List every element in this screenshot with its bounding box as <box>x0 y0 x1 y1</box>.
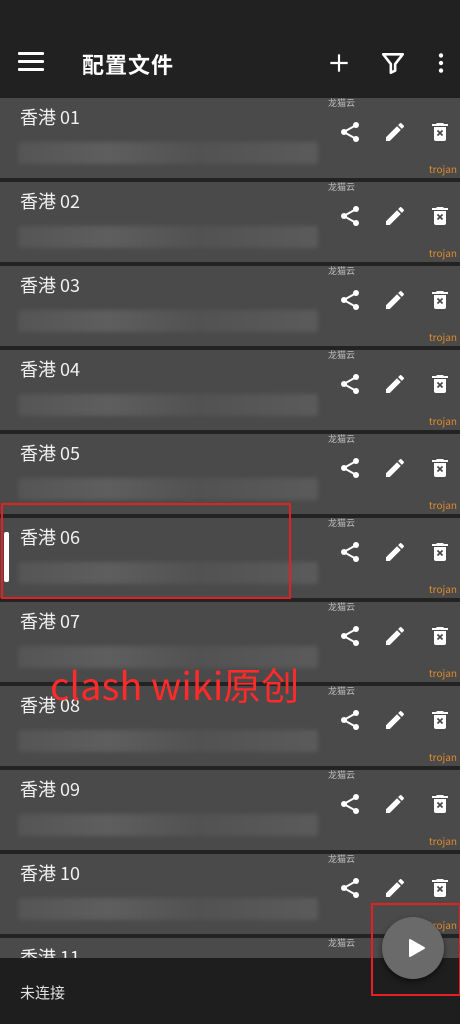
delete-icon[interactable] <box>428 456 452 480</box>
filter-icon[interactable] <box>380 50 406 76</box>
share-icon[interactable] <box>338 792 362 816</box>
app-bar: 配置文件 <box>0 0 460 98</box>
profile-provider: 龙猫云 <box>328 98 356 109</box>
share-icon[interactable] <box>338 708 362 732</box>
edit-icon[interactable] <box>383 540 407 564</box>
profile-url-blurred <box>18 730 318 752</box>
profile-provider: 龙猫云 <box>328 180 356 193</box>
edit-icon[interactable] <box>383 204 407 228</box>
profile-item[interactable]: 香港 06 龙猫云 trojan <box>0 516 460 602</box>
share-icon[interactable] <box>338 540 362 564</box>
profile-type-tag: trojan <box>428 497 457 512</box>
profile-item[interactable]: 香港 01 龙猫云 trojan <box>0 98 460 182</box>
edit-icon[interactable] <box>383 120 407 144</box>
profile-name: 香港 01 <box>20 104 81 130</box>
delete-icon[interactable] <box>428 792 452 816</box>
profile-url-blurred <box>18 898 318 920</box>
delete-icon[interactable] <box>428 288 452 312</box>
more-vert-icon[interactable] <box>428 50 454 76</box>
profile-url-blurred <box>18 142 318 164</box>
selected-indicator <box>4 532 9 582</box>
share-icon[interactable] <box>338 372 362 396</box>
profile-provider: 龙猫云 <box>328 600 356 613</box>
profile-type-tag: trojan <box>428 413 457 428</box>
profile-provider: 龙猫云 <box>328 264 356 277</box>
share-icon[interactable] <box>338 624 362 648</box>
profile-item[interactable]: 香港 03 龙猫云 trojan <box>0 264 460 350</box>
edit-icon[interactable] <box>383 792 407 816</box>
profile-name: 香港 04 <box>20 356 81 382</box>
profile-name: 香港 03 <box>20 272 81 298</box>
profile-item[interactable]: 香港 09 龙猫云 trojan <box>0 768 460 854</box>
share-icon[interactable] <box>338 876 362 900</box>
delete-icon[interactable] <box>428 624 452 648</box>
profile-url-blurred <box>18 478 318 500</box>
profile-provider: 龙猫云 <box>328 852 356 865</box>
edit-icon[interactable] <box>383 288 407 312</box>
profile-item[interactable]: 香港 04 龙猫云 trojan <box>0 348 460 434</box>
profile-provider: 龙猫云 <box>328 348 356 361</box>
share-icon[interactable] <box>338 456 362 480</box>
edit-icon[interactable] <box>383 876 407 900</box>
profile-url-blurred <box>18 394 318 416</box>
delete-icon[interactable] <box>428 204 452 228</box>
play-icon <box>409 939 425 957</box>
edit-icon[interactable] <box>383 456 407 480</box>
profile-provider: 龙猫云 <box>328 684 356 697</box>
profile-type-tag: trojan <box>428 581 457 596</box>
share-icon[interactable] <box>338 288 362 312</box>
profile-name: 香港 09 <box>20 776 81 802</box>
edit-icon[interactable] <box>383 708 407 732</box>
menu-icon[interactable] <box>18 52 44 74</box>
profile-url-blurred <box>18 310 318 332</box>
profile-name: 香港 07 <box>20 608 81 634</box>
share-icon[interactable] <box>338 204 362 228</box>
profile-type-tag: trojan <box>428 161 457 176</box>
profile-item[interactable]: 香港 02 龙猫云 trojan <box>0 180 460 266</box>
profile-list: 香港 01 龙猫云 trojan 香港 02 龙猫云 trojan 香港 03 龙猫云 troj… <box>0 98 460 958</box>
profile-item[interactable]: 香港 05 龙猫云 trojan <box>0 432 460 518</box>
watermark-text: clash wiki原创 <box>50 656 300 711</box>
profile-name: 香港 11 <box>20 944 81 958</box>
delete-icon[interactable] <box>428 372 452 396</box>
profile-type-tag: trojan <box>428 329 457 344</box>
profile-provider: 龙猫云 <box>328 432 356 445</box>
profile-provider: 龙猫云 <box>328 936 356 949</box>
delete-icon[interactable] <box>428 876 452 900</box>
profile-provider: 龙猫云 <box>328 768 356 781</box>
plus-icon[interactable] <box>326 50 352 76</box>
profile-url-blurred <box>18 814 318 836</box>
start-button[interactable] <box>382 917 444 979</box>
profile-type-tag: trojan <box>428 833 457 848</box>
profile-url-blurred <box>18 226 318 248</box>
share-icon[interactable] <box>338 120 362 144</box>
profile-type-tag: trojan <box>428 245 457 260</box>
delete-icon[interactable] <box>428 708 452 732</box>
page-title: 配置文件 <box>82 48 175 80</box>
delete-icon[interactable] <box>428 120 452 144</box>
profile-name: 香港 06 <box>20 524 81 550</box>
profile-name: 香港 02 <box>20 188 81 214</box>
profile-type-tag: trojan <box>428 749 457 764</box>
delete-icon[interactable] <box>428 540 452 564</box>
profile-provider: 龙猫云 <box>328 516 356 529</box>
profile-name: 香港 10 <box>20 860 81 886</box>
profile-url-blurred <box>18 562 318 584</box>
profile-name: 香港 05 <box>20 440 81 466</box>
profile-type-tag: trojan <box>428 665 457 680</box>
edit-icon[interactable] <box>383 624 407 648</box>
connection-status: 未连接 <box>20 982 66 1003</box>
edit-icon[interactable] <box>383 372 407 396</box>
